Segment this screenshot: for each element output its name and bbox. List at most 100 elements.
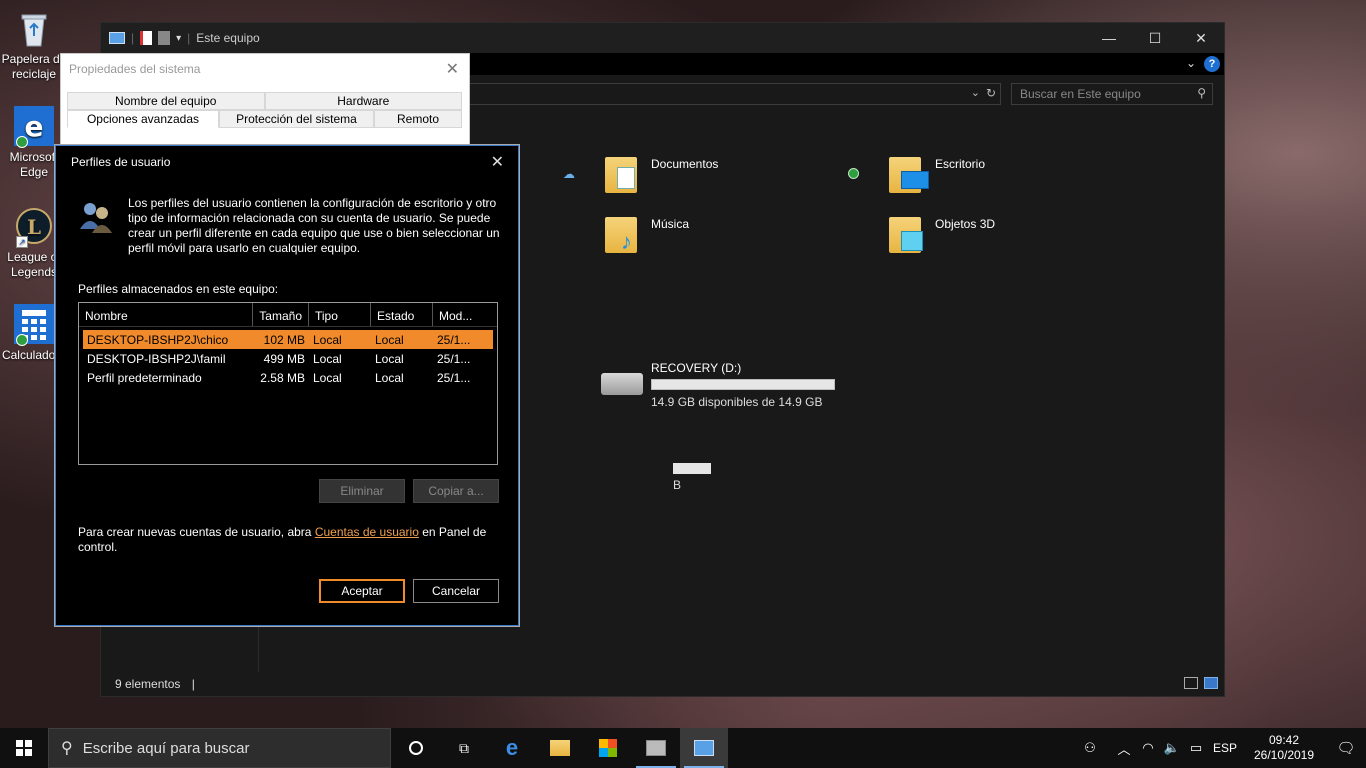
delete-button[interactable]: Eliminar [319, 479, 405, 503]
folder-name: Música [651, 217, 690, 231]
close-icon[interactable]: ✕ [446, 59, 459, 79]
table-row[interactable]: DESKTOP-IBSHP2J\famil 499 MB Local Local… [83, 349, 493, 368]
list-header: Nombre Tamaño Tipo Estado Mod... [79, 303, 497, 327]
view-switcher [1184, 677, 1218, 689]
cell-modified: 25/1... [437, 371, 471, 385]
column-header-modified[interactable]: Mod... [433, 303, 481, 326]
wifi-icon[interactable]: ◠ [1136, 740, 1160, 756]
volume-icon[interactable]: 🔈 [1160, 740, 1184, 756]
show-hidden-icons-icon[interactable]: ︿ [1112, 739, 1136, 758]
desktop-icon-label: League of Legends [7, 250, 61, 279]
task-view-icon: ⧉ [459, 739, 469, 756]
maximize-button[interactable]: ☐ [1132, 23, 1178, 53]
table-row[interactable]: Perfil predeterminado 2.58 MB Local Loca… [83, 368, 493, 387]
search-input[interactable]: Buscar en Este equipo ⚲ [1011, 83, 1213, 105]
help-icon[interactable]: ? [1204, 56, 1220, 72]
column-header-type[interactable]: Tipo [309, 303, 371, 326]
search-icon: ⚲ [1197, 86, 1206, 100]
taskbar-system-properties[interactable] [680, 728, 728, 768]
cell-size: 2.58 MB [260, 371, 305, 385]
close-button[interactable]: ✕ [1178, 23, 1224, 53]
footer-text: Para crear nuevas cuentas de usuario, ab… [78, 525, 498, 555]
recycle-bin-icon [14, 8, 54, 48]
folder-name: Documentos [651, 157, 719, 171]
separator: | [187, 31, 191, 45]
refresh-icon[interactable]: ↻ [986, 86, 996, 100]
address-bar[interactable]: ⌄ ↻ [461, 83, 1001, 105]
start-button[interactable] [0, 728, 48, 768]
cancel-button[interactable]: Cancelar [413, 579, 499, 603]
table-row[interactable]: DESKTOP-IBSHP2J\chico 102 MB Local Local… [83, 330, 493, 349]
column-header-size[interactable]: Tamaño [253, 303, 309, 326]
battery-icon[interactable]: ▭ [1184, 740, 1208, 756]
cloud-sync-icon: ☁ [563, 167, 575, 181]
large-icons-view-icon[interactable] [1204, 677, 1218, 689]
clock-date: 26/10/2019 [1253, 748, 1315, 762]
details-view-icon[interactable] [1184, 677, 1198, 689]
tab-computer-name[interactable]: Nombre del equipo [67, 92, 265, 110]
column-header-name[interactable]: Nombre [79, 303, 253, 326]
taskbar-store[interactable] [584, 728, 632, 768]
customize-qat-icon[interactable]: ▾ [176, 33, 181, 44]
profiles-list[interactable]: Nombre Tamaño Tipo Estado Mod... DESKTOP… [78, 302, 498, 465]
dialog-title: Perfiles de usuario [71, 155, 171, 169]
clock-time: 09:42 [1268, 733, 1300, 747]
windows-icon [16, 740, 32, 756]
cell-name: DESKTOP-IBSHP2J\famil [87, 352, 226, 366]
cell-state: Local [375, 371, 404, 385]
taskbar-file-explorer[interactable] [536, 728, 584, 768]
copy-to-button[interactable]: Copiar a... [413, 479, 499, 503]
profiles-list-label: Perfiles almacenados en este equipo: [78, 282, 279, 296]
footer-text-pre: Para crear nuevas cuentas de usuario, ab… [78, 525, 315, 539]
taskbar-search-input[interactable]: ⚲ Escribe aquí para buscar [48, 728, 391, 768]
action-center-icon[interactable]: 🗨 [1326, 739, 1366, 757]
expand-ribbon-icon[interactable]: ⌄ [1186, 56, 1196, 70]
computer-icon [109, 32, 125, 44]
desktop-icon-recycle-bin[interactable]: Papelera de reciclaje [0, 8, 68, 82]
minimize-button[interactable]: — [1086, 23, 1132, 53]
cell-name: Perfil predeterminado [87, 371, 202, 385]
drive-c-partial-text: B [673, 478, 682, 492]
shortcut-arrow-icon: ↗ [16, 236, 28, 248]
tab-strip: Nombre del equipo Hardware Opciones avan… [67, 92, 462, 128]
new-folder-icon[interactable] [158, 31, 171, 45]
system-icon [646, 740, 666, 756]
cell-state: Local [375, 352, 404, 366]
quick-access-toolbar: | ▾ | [109, 31, 190, 45]
folder-name: Objetos 3D [935, 217, 996, 231]
league-of-legends-icon: L ↗ [14, 206, 54, 248]
item-count: 9 elementos [115, 677, 181, 691]
edge-icon: e [505, 735, 519, 760]
cell-name: DESKTOP-IBSHP2J\chico [87, 333, 229, 347]
tab-advanced[interactable]: Opciones avanzadas [67, 110, 219, 128]
clock[interactable]: 09:42 26/10/2019 [1242, 733, 1326, 763]
drive-free-space: 14.9 GB disponibles de 14.9 GB [651, 395, 823, 409]
documents-folder-icon [605, 153, 637, 193]
taskbar: ⚲ Escribe aquí para buscar ⧉ e ⚇ ︿ ◠ 🔈 ▭… [0, 728, 1366, 768]
cell-modified: 25/1... [437, 352, 471, 366]
people-icon[interactable]: ⚇ [1078, 740, 1102, 756]
sync-check-icon [16, 334, 28, 346]
cell-type: Local [313, 333, 342, 347]
drive-usage-bar [651, 379, 835, 390]
taskbar-system-settings[interactable] [632, 728, 680, 768]
tab-remote[interactable]: Remoto [374, 110, 462, 128]
user-profiles-icon [78, 199, 114, 235]
hard-drive-icon [601, 373, 643, 395]
taskbar-edge[interactable]: e [488, 728, 536, 768]
task-view-button[interactable]: ⧉ [440, 728, 488, 768]
close-icon[interactable]: ✕ [491, 152, 504, 172]
accept-button[interactable]: Aceptar [319, 579, 405, 603]
user-accounts-link[interactable]: Cuentas de usuario [315, 525, 419, 539]
tab-hardware[interactable]: Hardware [264, 92, 462, 110]
language-indicator[interactable]: ESP [1208, 741, 1242, 755]
properties-icon[interactable] [140, 31, 153, 45]
cortana-button[interactable] [392, 728, 440, 768]
computer-properties-icon [694, 740, 714, 756]
tab-system-protection[interactable]: Protección del sistema [219, 110, 374, 128]
column-header-state[interactable]: Estado [371, 303, 433, 326]
desktop-icon-label: Microsoft Edge [9, 150, 59, 179]
cell-size: 102 MB [263, 333, 305, 347]
address-dropdown-icon[interactable]: ⌄ [971, 86, 980, 99]
window-title: Este equipo [196, 31, 260, 45]
